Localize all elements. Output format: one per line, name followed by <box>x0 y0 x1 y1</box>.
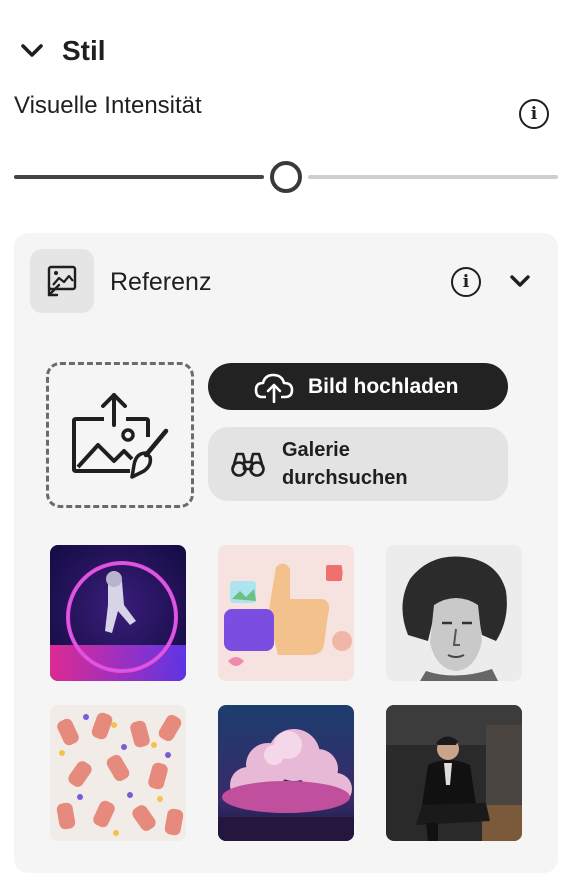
section-title: Stil <box>62 35 106 66</box>
gallery-label-line2: durchsuchen <box>282 467 408 489</box>
chevron-down-icon[interactable] <box>18 37 46 65</box>
reference-thumbnail-clouds[interactable] <box>218 705 354 841</box>
upload-button-label: Bild hochladen <box>308 374 459 398</box>
browse-gallery-button[interactable]: Galerie durchsuchen <box>208 427 508 501</box>
slider-track-empty <box>308 175 558 179</box>
image-upload-brush-icon <box>72 393 169 479</box>
info-icon[interactable]: i <box>519 99 549 129</box>
reference-panel: Referenz i Bild hochladen Galerie durchs… <box>14 233 558 873</box>
upload-image-button[interactable]: Bild hochladen <box>208 363 508 410</box>
reference-thumbnail-hands-pattern[interactable] <box>50 705 186 841</box>
gallery-button-label: Galerie durchsuchen <box>282 436 408 492</box>
reference-thumbnail-engraved-portrait[interactable] <box>386 545 522 681</box>
binoculars-icon <box>231 452 265 477</box>
info-icon[interactable]: i <box>451 267 481 297</box>
intensity-slider[interactable] <box>14 158 558 198</box>
chevron-down-icon[interactable] <box>506 267 534 295</box>
cloud-upload-icon <box>254 373 294 403</box>
reference-thumbnail-thumbs-up[interactable] <box>218 545 354 681</box>
section-header-stil[interactable]: Stil <box>18 30 106 72</box>
slider-thumb[interactable] <box>270 161 302 193</box>
intensity-label: Visuelle Intensität <box>14 92 202 119</box>
reference-thumbnail-man-portrait[interactable] <box>386 705 522 841</box>
gallery-label-line1: Galerie <box>282 439 350 461</box>
upload-drop-zone[interactable] <box>46 362 194 508</box>
reference-title: Referenz <box>110 268 212 296</box>
reference-thumbnail-astronaut[interactable] <box>50 545 186 681</box>
slider-track-filled <box>14 175 264 179</box>
image-reference-icon <box>30 249 94 313</box>
